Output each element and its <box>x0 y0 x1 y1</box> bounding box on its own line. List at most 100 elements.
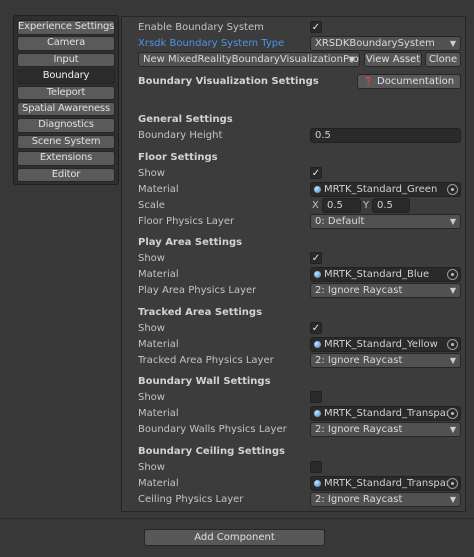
floor-material-label: Material <box>138 184 179 195</box>
wall-layer-row: Boundary Walls Physics Layer 2: Ignore R… <box>138 422 464 437</box>
help-icon: ❓ <box>363 77 374 86</box>
floor-material-field[interactable]: MRTK_Standard_Green <box>310 182 461 197</box>
ceiling-material-value: MRTK_Standard_Transpare <box>324 478 456 489</box>
wall-layer-label: Boundary Walls Physics Layer <box>138 424 287 435</box>
clone-button[interactable]: Clone <box>425 52 461 67</box>
object-picker-icon[interactable] <box>447 339 458 350</box>
boundary-height-label: Boundary Height <box>138 130 223 141</box>
add-component-button[interactable]: Add Component <box>144 529 325 546</box>
wall-material-row: Material MRTK_Standard_Transpare <box>138 406 464 421</box>
scale-y-label: Y <box>363 200 370 211</box>
ceiling-show-checkbox[interactable] <box>310 461 322 473</box>
tracked-area-material-row: Material MRTK_Standard_Yellow <box>138 337 464 352</box>
object-picker-icon[interactable] <box>447 269 458 280</box>
wall-material-field[interactable]: MRTK_Standard_Transpare <box>310 406 461 421</box>
object-picker-icon[interactable] <box>447 478 458 489</box>
inspector-footer: Add Component <box>0 518 474 557</box>
floor-scale-label: Scale <box>138 200 165 211</box>
floor-layer-row: Floor Physics Layer 0: Default ▼ <box>138 214 464 229</box>
floor-layer-label: Floor Physics Layer <box>138 216 235 227</box>
boundary-settings-panel: Enable Boundary System ✓ Xrsdk Boundary … <box>121 16 466 512</box>
dropdown-arrow-icon: ▼ <box>449 39 456 48</box>
tracked-area-layer-dropdown[interactable]: 2: Ignore Raycast ▼ <box>310 353 461 368</box>
nav-input[interactable]: Input <box>17 52 115 68</box>
tracked-area-material-label: Material <box>138 339 179 350</box>
nav-boundary[interactable]: Boundary <box>17 69 115 84</box>
play-area-layer-row: Play Area Physics Layer 2: Ignore Raycas… <box>138 283 464 298</box>
dropdown-arrow-icon: ▼ <box>449 425 456 434</box>
tracked-area-show-row: Show ✓ <box>138 321 464 336</box>
enable-boundary-checkbox[interactable]: ✓ <box>310 21 322 33</box>
play-area-show-row: Show ✓ <box>138 251 464 266</box>
nav-scene-system[interactable]: Scene System <box>17 134 115 150</box>
play-area-layer-dropdown[interactable]: 2: Ignore Raycast ▼ <box>310 283 461 298</box>
profile-value: New MixedRealityBoundaryVisualizationPro… <box>143 54 360 65</box>
scale-x-field[interactable]: 0.5 <box>322 198 361 213</box>
play-area-layer-label: Play Area Physics Layer <box>138 285 257 296</box>
ceiling-material-field[interactable]: MRTK_Standard_Transpare <box>310 476 461 491</box>
nav-editor[interactable]: Editor <box>17 167 115 183</box>
material-sphere-icon <box>314 186 321 193</box>
floor-settings-title: Floor Settings <box>138 152 218 163</box>
floor-layer-dropdown[interactable]: 0: Default ▼ <box>310 214 461 229</box>
nav-diagnostics[interactable]: Diagnostics <box>17 118 115 133</box>
play-area-material-row: Material MRTK_Standard_Blue <box>138 267 464 282</box>
profile-dropdown[interactable]: New MixedRealityBoundaryVisualizationPro… <box>138 52 360 67</box>
documentation-button[interactable]: ❓ Documentation <box>357 74 461 89</box>
view-asset-button[interactable]: View Asset <box>364 52 422 67</box>
documentation-label: Documentation <box>377 76 455 87</box>
boundary-height-row: Boundary Height 0.5 <box>138 128 464 143</box>
floor-show-checkbox[interactable]: ✓ <box>310 167 322 179</box>
floor-show-label: Show <box>138 168 165 179</box>
boundary-system-type-row: Xrsdk Boundary System Type XRSDKBoundary… <box>138 36 464 51</box>
nav-extensions[interactable]: Extensions <box>17 151 115 166</box>
ceiling-layer-value: 2: Ignore Raycast <box>315 494 403 505</box>
section-title: Boundary Visualization Settings <box>138 76 319 87</box>
ceiling-material-row: Material MRTK_Standard_Transpare <box>138 476 464 491</box>
dropdown-arrow-icon: ▼ <box>449 217 456 226</box>
boundary-system-type-label[interactable]: Xrsdk Boundary System Type <box>138 36 284 51</box>
ceiling-layer-row: Ceiling Physics Layer 2: Ignore Raycast … <box>138 492 464 507</box>
wall-show-checkbox[interactable] <box>310 391 322 403</box>
wall-layer-dropdown[interactable]: 2: Ignore Raycast ▼ <box>310 422 461 437</box>
floor-scale-row: Scale X 0.5 Y 0.5 <box>138 198 464 213</box>
floor-material-value: MRTK_Standard_Green <box>324 184 438 195</box>
dropdown-arrow-icon: ▼ <box>449 356 456 365</box>
material-sphere-icon <box>314 410 321 417</box>
wall-show-row: Show <box>138 390 464 405</box>
ceiling-layer-label: Ceiling Physics Layer <box>138 494 244 505</box>
play-area-material-label: Material <box>138 269 179 280</box>
ceiling-show-row: Show <box>138 460 464 475</box>
ceiling-layer-dropdown[interactable]: 2: Ignore Raycast ▼ <box>310 492 461 507</box>
tracked-area-material-field[interactable]: MRTK_Standard_Yellow <box>310 337 461 352</box>
tracked-area-show-checkbox[interactable]: ✓ <box>310 322 322 334</box>
material-sphere-icon <box>314 341 321 348</box>
play-area-material-value: MRTK_Standard_Blue <box>324 269 430 280</box>
object-picker-icon[interactable] <box>447 184 458 195</box>
wall-show-label: Show <box>138 392 165 403</box>
object-picker-icon[interactable] <box>447 408 458 419</box>
category-nav: Experience Settings Camera Input Boundar… <box>13 15 119 185</box>
play-area-layer-value: 2: Ignore Raycast <box>315 285 403 296</box>
nav-experience-settings[interactable]: Experience Settings <box>17 20 115 35</box>
ceiling-material-label: Material <box>138 478 179 489</box>
nav-spatial-awareness[interactable]: Spatial Awareness <box>17 101 115 117</box>
wall-layer-value: 2: Ignore Raycast <box>315 424 403 435</box>
ceiling-show-label: Show <box>138 462 165 473</box>
wall-material-label: Material <box>138 408 179 419</box>
nav-camera[interactable]: Camera <box>17 36 115 51</box>
play-area-show-checkbox[interactable]: ✓ <box>310 252 322 264</box>
material-sphere-icon <box>314 480 321 487</box>
play-area-material-field[interactable]: MRTK_Standard_Blue <box>310 267 461 282</box>
general-settings-title: General Settings <box>138 114 233 125</box>
boundary-height-field[interactable]: 0.5 <box>310 128 461 143</box>
wall-settings-title: Boundary Wall Settings <box>138 376 271 387</box>
nav-teleport[interactable]: Teleport <box>17 85 115 101</box>
enable-boundary-row: Enable Boundary System ✓ <box>138 20 464 35</box>
scale-y-field[interactable]: 0.5 <box>372 198 410 213</box>
boundary-system-type-dropdown[interactable]: XRSDKBoundarySystem ▼ <box>310 36 461 51</box>
ceiling-settings-title: Boundary Ceiling Settings <box>138 446 285 457</box>
play-area-settings-title: Play Area Settings <box>138 237 243 248</box>
tracked-area-layer-row: Tracked Area Physics Layer 2: Ignore Ray… <box>138 353 464 368</box>
material-sphere-icon <box>314 271 321 278</box>
